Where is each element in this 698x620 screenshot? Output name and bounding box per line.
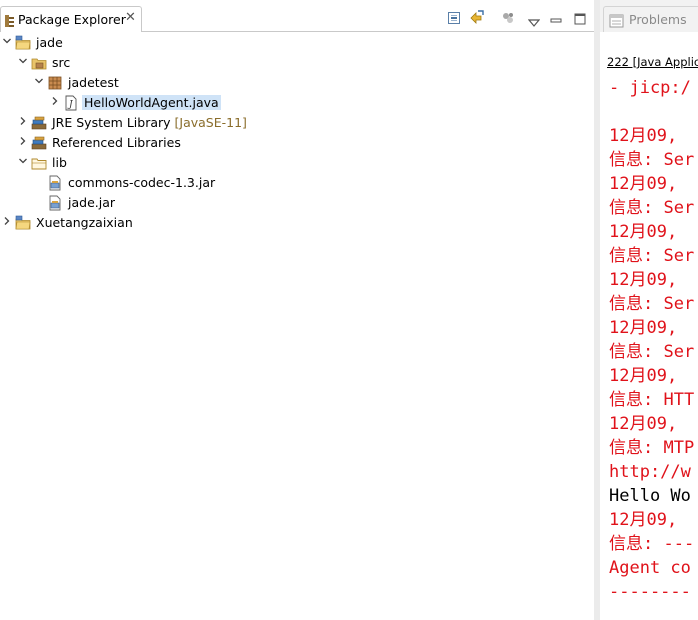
tree-label: src <box>52 55 71 70</box>
chevron-right-icon[interactable] <box>50 96 60 109</box>
library-icon <box>31 135 47 151</box>
source-folder-icon <box>31 55 47 71</box>
tree-label: commons-codec-1.3.jar <box>68 175 216 190</box>
tab-problems[interactable]: Problems <box>603 6 698 32</box>
jar-icon <box>47 195 63 211</box>
console-line: 信息: HTT <box>609 390 695 410</box>
chevron-down-icon[interactable] <box>18 156 28 169</box>
java-project-icon <box>15 215 31 231</box>
package-icon <box>47 75 63 91</box>
console-description: 222 [Java Applic <box>607 55 698 69</box>
tree-item-jre-system-library[interactable]: JRE System Library [JavaSE-11] <box>0 113 594 133</box>
package-explorer-view: Package Explorer ✕ jade src jadetest J H… <box>0 0 594 620</box>
console-line: 12月09, <box>609 510 678 530</box>
chevron-down-icon[interactable] <box>18 56 28 69</box>
tree-label: JRE System Library [JavaSE-11] <box>52 115 247 130</box>
close-icon[interactable]: ✕ <box>125 10 136 25</box>
chevron-right-icon[interactable] <box>18 116 28 129</box>
console-line: 信息: MTP <box>609 438 695 458</box>
jar-icon <box>47 175 63 191</box>
console-line: Agent co <box>609 558 691 578</box>
java-project-icon <box>15 35 31 51</box>
jre-version-decoration: [JavaSE-11] <box>174 115 247 130</box>
console-line: -------- <box>609 582 691 602</box>
filters-icon[interactable] <box>501 10 515 29</box>
console-view: Problems 222 [Java Applic - jicp:/ 12月09,… <box>600 0 698 620</box>
problems-icon <box>609 13 625 32</box>
console-line: 12月09, <box>609 222 678 242</box>
tree-label: jade <box>36 35 63 50</box>
tree-item-helloworldagent[interactable]: J HelloWorldAgent.java <box>0 93 594 113</box>
library-name: JRE System Library <box>52 115 171 130</box>
chevron-down-icon[interactable] <box>34 76 44 89</box>
console-line: http://w <box>609 462 691 482</box>
tree-item-jadetest[interactable]: jadetest <box>0 73 594 93</box>
console-line: 12月09, <box>609 414 678 434</box>
tree-item-jade[interactable]: jade <box>0 33 594 53</box>
tree-item-xuetangzaixian[interactable]: Xuetangzaixian <box>0 213 594 233</box>
tab-underline <box>142 31 594 32</box>
collapse-all-icon[interactable] <box>447 10 461 29</box>
library-icon <box>31 115 47 131</box>
view-header: Problems <box>600 0 698 32</box>
tree-label: Xuetangzaixian <box>36 215 133 230</box>
tab-label: Package Explorer <box>18 12 126 27</box>
console-line: 信息: Ser <box>609 198 695 218</box>
folder-icon <box>31 155 47 171</box>
chevron-right-icon[interactable] <box>2 216 12 229</box>
tree-item-jade-jar[interactable]: jade.jar <box>0 193 594 213</box>
console-line: 信息: Ser <box>609 294 695 314</box>
tree-label: jade.jar <box>68 195 116 210</box>
chevron-right-icon[interactable] <box>18 136 28 149</box>
tree-item-src[interactable]: src <box>0 53 594 73</box>
tab-package-explorer[interactable]: Package Explorer ✕ <box>0 6 142 32</box>
console-line: - jicp:/ <box>609 78 691 98</box>
tab-label: Problems <box>629 12 687 27</box>
console-line: 信息: Ser <box>609 246 695 266</box>
package-explorer-icon <box>4 13 16 32</box>
minimize-icon[interactable] <box>550 11 562 30</box>
view-menu-icon[interactable] <box>527 12 541 31</box>
link-with-editor-icon[interactable] <box>469 9 485 29</box>
console-line: 信息: Ser <box>609 342 695 362</box>
console-line: 12月09, <box>609 126 678 146</box>
tree-label: HelloWorldAgent.java <box>82 95 221 110</box>
console-line: Hello Wo <box>609 486 691 506</box>
tree-label: jadetest <box>68 75 119 90</box>
console-line: 12月09, <box>609 174 678 194</box>
console-line: 12月09, <box>609 270 678 290</box>
tree-label: lib <box>52 155 67 170</box>
tree-label: Referenced Libraries <box>52 135 181 150</box>
java-file-icon: J <box>63 95 79 111</box>
tree-item-lib[interactable]: lib <box>0 153 594 173</box>
view-header: Package Explorer ✕ <box>0 0 594 32</box>
console-line: 信息: --- <box>609 534 695 554</box>
chevron-down-icon[interactable] <box>2 36 12 49</box>
console-line: 12月09, <box>609 318 678 338</box>
maximize-icon[interactable] <box>574 10 586 29</box>
console-line: 12月09, <box>609 366 678 386</box>
tree-item-commons-codec-jar[interactable]: commons-codec-1.3.jar <box>0 173 594 193</box>
tree-item-referenced-libraries[interactable]: Referenced Libraries <box>0 133 594 153</box>
console-line: 信息: Ser <box>609 150 695 170</box>
